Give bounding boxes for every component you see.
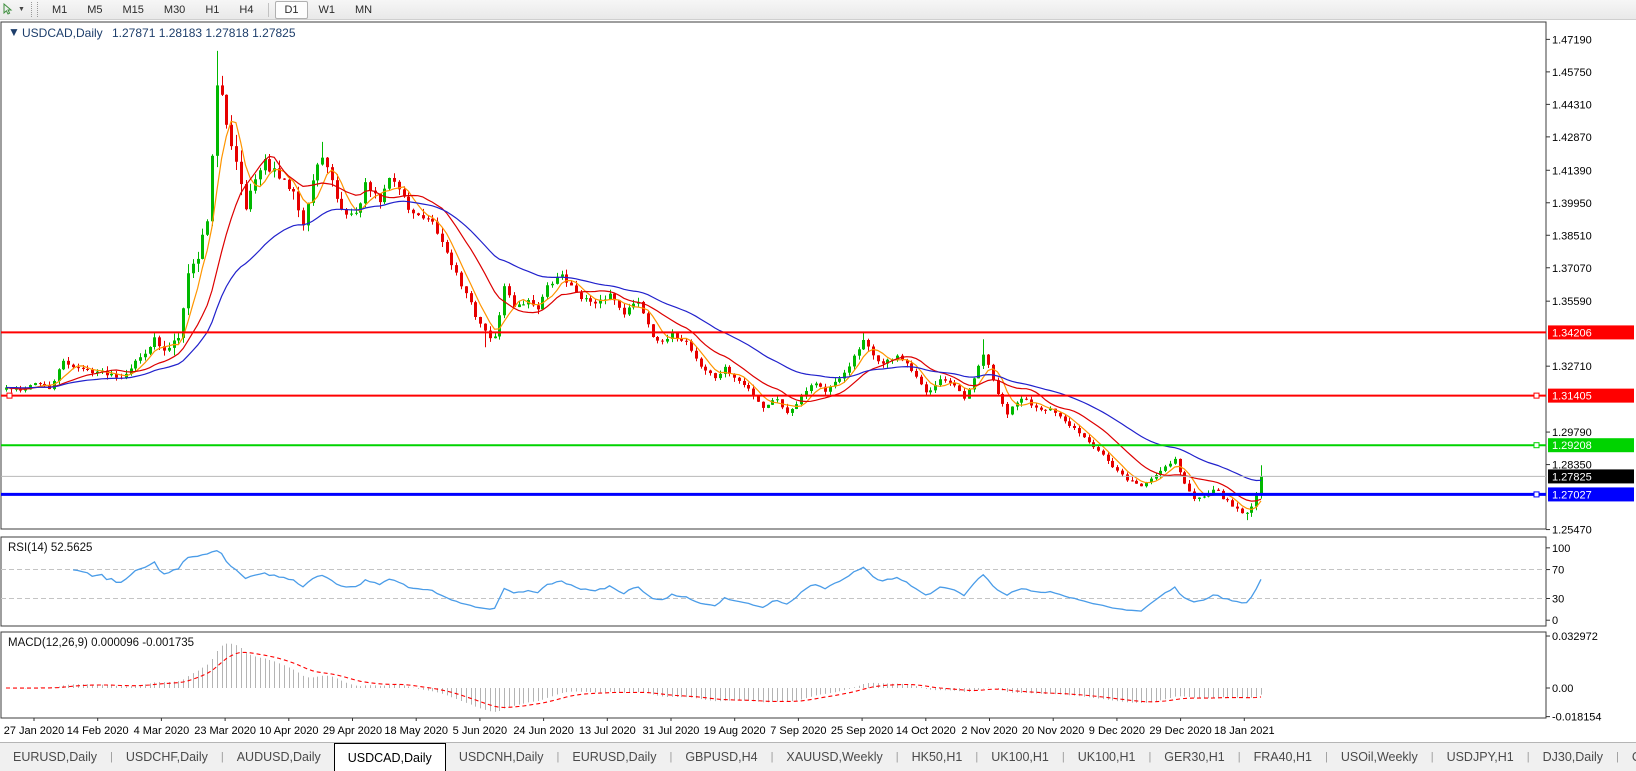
chart-tab-dj30-daily[interactable]: DJ30,Daily [1530,743,1616,771]
chart-tab-xauusd-weekly[interactable]: XAUUSD,Weekly [773,743,895,771]
macd-tick-label: -0.018154 [1552,712,1602,724]
chart-tab-usdchf-daily[interactable]: USDCHF,Daily [113,743,221,771]
chart-tab-fra40-h1[interactable]: FRA40,H1 [1241,743,1325,771]
date-tick-label: 9 Dec 2020 [1089,725,1145,737]
chart-canvas[interactable]: 1.47190 1.45750 1.44310 1.42870 1.41390 1.399… [0,0,1636,770]
chart-tab-usdcnh-daily[interactable]: USDCNH,Daily [446,743,557,771]
date-tick-label: 14 Feb 2020 [67,725,129,737]
date-tick-label: 24 Jun 2020 [513,725,574,737]
price-tick-label: 1.47190 [1552,34,1592,46]
chart-tab-usdjpy-h1[interactable]: USDJPY,H1 [1434,743,1527,771]
chart-tab-china300-h1[interactable]: CHINA300,H1 [1619,743,1636,771]
price-tick-label: 1.44310 [1552,99,1592,111]
chart-tab-hk50-h1[interactable]: HK50,H1 [899,743,976,771]
date-tick-label: 29 Apr 2020 [323,725,382,737]
price-tick-label: 1.29790 [1552,427,1592,439]
rsi-tick-label: 30 [1552,594,1564,606]
timeframe-button-h1[interactable]: H1 [196,1,228,19]
price-badge-1.34206-text: 1.34206 [1552,327,1592,339]
pane-frame [0,631,1547,719]
price-tick-label: 1.38510 [1552,230,1592,242]
pane-frame [0,536,1547,627]
date-tick-label: 5 Jun 2020 [453,725,507,737]
price-badge-1.27027-text: 1.27027 [1552,489,1592,501]
price-tick-label: 1.25470 [1552,525,1592,537]
chart-tab-eurusd-daily[interactable]: EURUSD,Daily [559,743,669,771]
timeframe-toolbar: ▼ M1 M5 M15 M30 H1 H4 D1 W1 MN [0,0,1636,20]
timeframe-button-h4[interactable]: H4 [230,1,262,19]
date-tick-label: 2 Nov 2020 [961,725,1017,737]
price-tick-label: 1.35590 [1552,296,1592,308]
date-tick-label: 23 Mar 2020 [194,725,256,737]
chart-tab-usoil-weekly[interactable]: USOil,Weekly [1328,743,1431,771]
toolbar-grip-handle[interactable] [30,2,38,17]
price-badge-1.29208-text: 1.29208 [1552,440,1592,452]
date-tick-label: 18 Jan 2021 [1214,725,1275,737]
cursor-icon [3,3,13,15]
timeframe-button-m5[interactable]: M5 [78,1,111,19]
hline-handle [1533,392,1540,399]
chart-tab-uk100-h1[interactable]: UK100,H1 [978,743,1062,771]
timeframe-button-m1[interactable]: M1 [43,1,76,19]
date-tick-label: 18 May 2020 [384,725,448,737]
rsi-tick-label: 0 [1552,615,1558,627]
price-tick-label: 1.42870 [1552,132,1592,144]
price-tick-label: 1.39950 [1552,198,1592,210]
timeframe-button-mn[interactable]: MN [346,1,381,19]
date-tick-label: 7 Sep 2020 [770,725,826,737]
toolbar-separator [268,2,270,17]
chart-dropdown-icon[interactable]: ▼ [8,25,20,39]
date-tick-label: 25 Sep 2020 [831,725,893,737]
date-tick-label: 20 Nov 2020 [1022,725,1084,737]
rsi-label: RSI(14) 52.5625 [8,542,92,554]
price-tick-label: 1.41390 [1552,165,1592,177]
price-tick-label: 1.32710 [1552,361,1592,373]
cursor-tool-button[interactable]: ▼ [0,0,29,19]
macd-tick-label: 0.00 [1552,683,1573,695]
chart-tab-eurusd-daily[interactable]: EURUSD,Daily [0,743,110,771]
chart-tab-audusd-daily[interactable]: AUDUSD,Daily [224,743,334,771]
date-tick-label: 14 Oct 2020 [896,725,956,737]
macd-label: MACD(12,26,9) 0.000096 -0.001735 [8,637,194,649]
price-badge-1.31405-text: 1.31405 [1552,391,1592,403]
current-price-badge-text: 1.27825 [1552,471,1592,483]
timeframe-button-w1[interactable]: W1 [310,1,345,19]
date-tick-label: 4 Mar 2020 [134,725,190,737]
date-tick-label: 10 Apr 2020 [259,725,318,737]
timeframe-button-m15[interactable]: M15 [114,1,153,19]
price-tick-label: 1.45750 [1552,67,1592,79]
chart-tab-bar: EURUSD,Daily | USDCHF,Daily | AUDUSD,Daily US… [0,742,1636,771]
timeframe-button-d1[interactable]: D1 [275,0,308,19]
chart-tab-uk100-h1[interactable]: UK100,H1 [1065,743,1149,771]
chart-tab-usdcad-daily[interactable]: USDCAD,Daily [333,743,446,771]
chevron-down-icon: ▼ [18,6,25,13]
chart-title-ohlc: 1.27871 1.28183 1.27818 1.27825 [112,26,296,40]
chart-tab-gbpusd-h4[interactable]: GBPUSD,H4 [672,743,770,771]
rsi-tick-label: 70 [1552,565,1564,577]
date-tick-label: 19 Aug 2020 [704,725,766,737]
chart-title-symbol: USDCAD,Daily [22,26,103,40]
hline-handle [1533,442,1540,449]
hline-handle [6,392,13,399]
price-tick-label: 1.37070 [1552,263,1592,275]
hline-handle [1533,491,1540,498]
rsi-tick-label: 100 [1552,543,1570,555]
date-tick-label: 29 Dec 2020 [1149,725,1211,737]
date-tick-label: 13 Jul 2020 [579,725,636,737]
date-tick-label: 27 Jan 2020 [4,725,65,737]
date-tick-label: 31 Jul 2020 [643,725,700,737]
chart-tab-ger30-h1[interactable]: GER30,H1 [1151,743,1237,771]
timeframe-button-m30[interactable]: M30 [155,1,194,19]
macd-tick-label: 0.032972 [1552,631,1598,643]
